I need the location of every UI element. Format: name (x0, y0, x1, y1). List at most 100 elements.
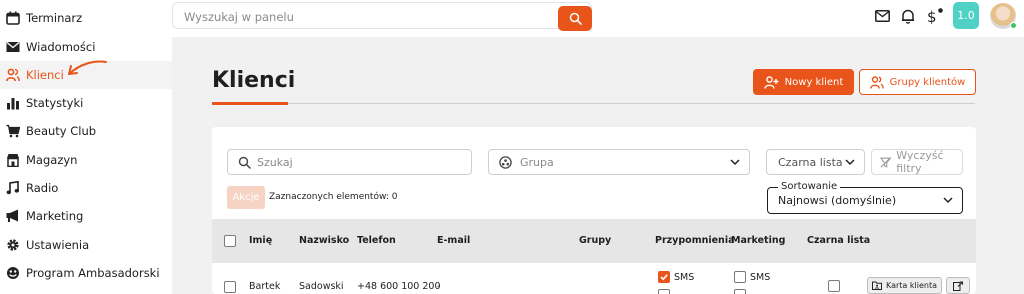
sidebar-item-label: Program Ambasadorski (26, 266, 160, 280)
client-card-button[interactable]: Karta klienta (867, 277, 942, 294)
share-icon (953, 281, 963, 291)
bell-icon (902, 9, 914, 24)
sort-value: Najnowsi (domyślnie) (778, 194, 897, 207)
folder-user-icon (872, 281, 882, 290)
cell-last-name: Sadowski (299, 281, 344, 292)
megaphone-icon (6, 209, 20, 223)
cell-phone: +48 600 100 200 (357, 281, 441, 292)
clear-filters-label: Wyczyść filtry (896, 149, 944, 175)
group-icon (499, 155, 512, 169)
sidebar-item-marketing[interactable]: Marketing (0, 202, 172, 230)
page-title: Klienci (212, 68, 296, 93)
panel-search-input[interactable]: Wyszukaj w panelu (172, 2, 592, 31)
reminders-email-checkbox[interactable] (658, 289, 670, 294)
cell-email: - (437, 281, 441, 292)
chevron-down-icon (845, 159, 855, 166)
column-header-groups[interactable]: Grupy (579, 235, 611, 246)
title-accent-bar (212, 102, 288, 105)
new-client-button[interactable]: Nowy klient (753, 69, 854, 95)
client-groups-button[interactable]: Grupy klientów (859, 69, 976, 95)
sidebar-item-magazyn[interactable]: Magazyn (0, 146, 172, 174)
table-header: Imię Nazwisko Telefon E-mail Grupy Przyp… (212, 219, 976, 263)
reminders-sms-label: SMS (674, 272, 695, 283)
client-groups-label: Grupy klientów (889, 76, 966, 88)
actions-button[interactable]: Akcje (227, 186, 265, 209)
add-user-icon (763, 75, 779, 89)
reminders-sms-checkbox[interactable] (658, 271, 670, 283)
blacklist-select[interactable]: Czarna lista (766, 149, 865, 175)
sidebar-item-label: Klienci (26, 68, 64, 82)
sidebar-item-label: Marketing (26, 209, 84, 223)
row-checkbox[interactable] (224, 281, 236, 293)
sidebar-item-terminarz[interactable]: Terminarz (0, 4, 172, 32)
column-header-first-name[interactable]: Imię (249, 235, 272, 246)
chevron-down-icon (730, 159, 740, 166)
blacklist-select-label: Czarna lista (778, 155, 843, 169)
payments-button[interactable]: $ (926, 8, 944, 24)
svg-text:$: $ (927, 8, 937, 24)
sidebar-item-beauty-club[interactable]: Beauty Club (0, 117, 172, 145)
users-icon (869, 75, 884, 89)
notifications-button[interactable] (900, 8, 916, 24)
selected-count: Zaznaczonych elementów: 0 (269, 192, 398, 202)
envelope-icon (874, 10, 890, 22)
sort-label: Sortowanie (778, 181, 841, 192)
column-header-reminders[interactable]: Przypomnienia (655, 235, 735, 246)
title-divider (212, 103, 975, 104)
users-icon (6, 68, 20, 82)
column-header-blacklist[interactable]: Czarna lista (807, 235, 870, 246)
sidebar-item-wiadomosci[interactable]: Wiadomości (0, 33, 172, 61)
clear-filters-button[interactable]: Wyczyść filtry (871, 149, 963, 175)
marketing-sms-label: SMS (750, 272, 771, 283)
bar-chart-icon (6, 96, 20, 110)
new-client-label: Nowy klient (784, 76, 844, 88)
sidebar-item-label: Wiadomości (26, 40, 96, 54)
column-header-marketing[interactable]: Marketing (731, 235, 785, 246)
panel-search-placeholder: Wyszukaj w panelu (184, 10, 294, 24)
select-all-checkbox[interactable] (224, 235, 236, 247)
group-select[interactable]: Grupa (488, 149, 750, 175)
online-status-dot (1010, 22, 1017, 29)
column-header-last-name[interactable]: Nazwisko (299, 235, 349, 246)
avatar[interactable] (990, 3, 1017, 29)
app-root: Terminarz Wiadomości Klienci Statystyki (0, 0, 1024, 294)
group-placeholder: Grupa (520, 155, 554, 169)
calendar-icon (6, 11, 20, 25)
assign-client-button[interactable] (946, 277, 970, 294)
cell-first-name: Bartek (249, 281, 281, 292)
column-header-phone[interactable]: Telefon (357, 235, 396, 246)
search-input[interactable]: Szukaj (227, 149, 472, 175)
topbar: Wyszukaj w panelu $ 1.0 (172, 0, 1024, 37)
filter-off-icon (880, 156, 892, 168)
sidebar-item-label: Ustawienia (26, 238, 90, 252)
sidebar-item-program-ambasadorski[interactable]: Program Ambasadorski (0, 259, 172, 287)
panel-search-button[interactable] (558, 6, 592, 31)
sidebar-item-statystyki[interactable]: Statystyki (0, 89, 172, 117)
marketing-email-checkbox[interactable] (734, 289, 746, 294)
marketing-sms-checkbox[interactable] (734, 271, 746, 283)
version-badge[interactable]: 1.0 (953, 2, 979, 29)
sidebar-item-label: Beauty Club (26, 124, 97, 138)
pointer-arrow-icon (68, 60, 107, 75)
search-icon (569, 12, 582, 25)
messages-button[interactable] (874, 8, 890, 24)
search-icon (238, 156, 251, 169)
gear-icon (6, 238, 20, 252)
ambassador-icon (6, 266, 20, 280)
store-icon (6, 153, 20, 167)
sidebar-item-radio[interactable]: Radio (0, 174, 172, 202)
sort-select[interactable]: Sortowanie Najnowsi (domyślnie) (767, 181, 963, 214)
chevron-down-icon (943, 197, 953, 204)
sidebar-item-ustawienia[interactable]: Ustawienia (0, 231, 172, 259)
sidebar-item-label: Statystyki (26, 96, 84, 110)
sidebar: Terminarz Wiadomości Klienci Statystyki (0, 0, 172, 294)
column-header-email[interactable]: E-mail (437, 235, 470, 246)
music-note-icon (6, 181, 20, 195)
sidebar-item-label: Magazyn (26, 153, 78, 167)
sidebar-item-label: Radio (26, 181, 59, 195)
sidebar-item-label: Terminarz (26, 11, 83, 25)
cart-icon (6, 124, 20, 138)
check-icon (660, 274, 668, 281)
blacklist-checkbox[interactable] (828, 280, 840, 292)
dollar-icon: $ (927, 8, 943, 24)
